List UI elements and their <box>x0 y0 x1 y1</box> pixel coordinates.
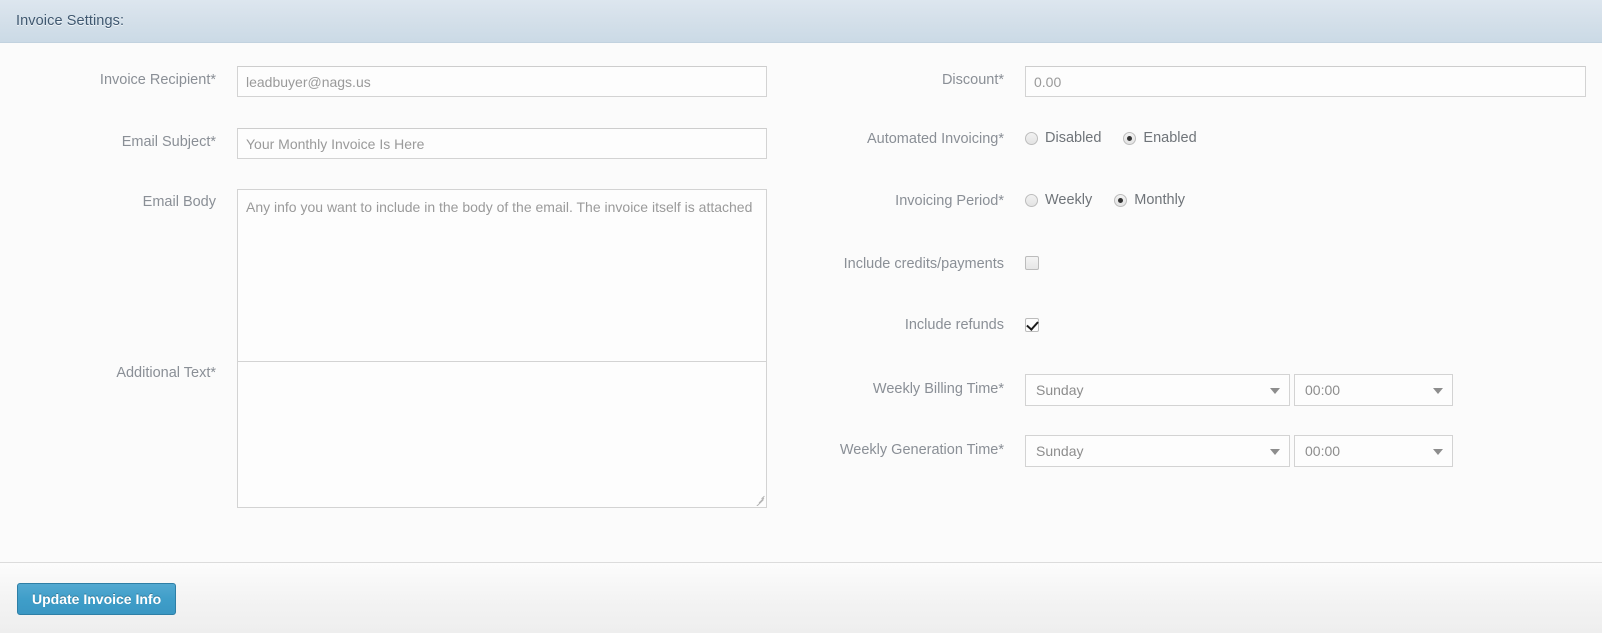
automated-invoicing-label: Automated Invoicing* <box>866 131 1004 147</box>
radio-icon[interactable] <box>1025 131 1038 145</box>
update-invoice-info-button[interactable]: Update Invoice Info <box>17 583 177 615</box>
select-value: 00:00 <box>1305 382 1341 398</box>
radio-icon-selected[interactable] <box>1123 131 1137 145</box>
panel-header: Invoice Settings: <box>0 0 1602 43</box>
radio-automated-invoicing-enabled[interactable]: Enabled <box>1123 130 1197 146</box>
radio-label: Enabled <box>1143 130 1197 146</box>
weekly-billing-time-label: Weekly Billing Time* <box>872 381 1004 397</box>
select-value: Sunday <box>1036 382 1084 398</box>
chevron-down-icon <box>1433 388 1443 394</box>
weekly-billing-day-select[interactable]: Sunday <box>1025 374 1290 406</box>
discount-label: Discount* <box>941 72 1004 88</box>
additional-text-label: Additional Text* <box>116 365 216 381</box>
include-refunds-label: Include refunds <box>904 317 1004 333</box>
invoicing-period-radio-group[interactable]: Weekly Monthly <box>1025 192 1207 208</box>
invoice-settings-page: Invoice Settings: Invoice Recipient* Ema… <box>0 0 1602 633</box>
email-subject-input[interactable] <box>237 128 767 159</box>
invoicing-period-label: Invoicing Period* <box>895 193 1004 209</box>
invoice-recipient-input[interactable] <box>237 66 767 97</box>
weekly-generation-day-select[interactable]: Sunday <box>1025 435 1290 467</box>
weekly-generation-time-label: Weekly Generation Time* <box>839 442 1004 458</box>
automated-invoicing-radio-group[interactable]: Disabled Enabled <box>1025 130 1219 146</box>
chevron-down-icon <box>1270 449 1280 455</box>
include-credits-payments-label: Include credits/payments <box>843 256 1004 272</box>
email-body-label: Email Body <box>142 194 216 210</box>
additional-text-textarea[interactable] <box>237 361 767 508</box>
select-value: Sunday <box>1036 443 1084 459</box>
form-body: Invoice Recipient* Email Subject* Email … <box>0 44 1602 562</box>
chevron-down-icon <box>1270 388 1280 394</box>
email-body-text: Any info you want to include in the body… <box>246 199 753 215</box>
radio-label: Disabled <box>1045 130 1102 146</box>
radio-automated-invoicing-disabled[interactable]: Disabled <box>1025 130 1101 146</box>
page-title: Invoice Settings: <box>16 13 125 29</box>
weekly-generation-time-select[interactable]: 00:00 <box>1294 435 1453 467</box>
radio-icon[interactable] <box>1025 193 1038 207</box>
radio-icon-selected[interactable] <box>1114 193 1128 207</box>
radio-invoicing-period-weekly[interactable]: Weekly <box>1025 192 1092 208</box>
radio-invoicing-period-monthly[interactable]: Monthly <box>1114 192 1185 208</box>
include-credits-payments-checkbox[interactable] <box>1025 256 1039 270</box>
radio-label: Monthly <box>1134 192 1186 208</box>
invoice-recipient-label: Invoice Recipient* <box>99 72 216 88</box>
discount-input[interactable] <box>1025 66 1586 97</box>
select-value: 00:00 <box>1305 443 1341 459</box>
weekly-billing-time-select[interactable]: 00:00 <box>1294 374 1453 406</box>
radio-label: Weekly <box>1045 192 1093 208</box>
include-refunds-checkbox[interactable] <box>1025 318 1039 332</box>
chevron-down-icon <box>1433 449 1443 455</box>
email-body-textarea[interactable]: Any info you want to include in the body… <box>237 189 767 379</box>
resize-grip-icon[interactable] <box>751 492 765 506</box>
form-footer: Update Invoice Info <box>0 562 1602 633</box>
email-subject-label: Email Subject* <box>121 134 216 150</box>
